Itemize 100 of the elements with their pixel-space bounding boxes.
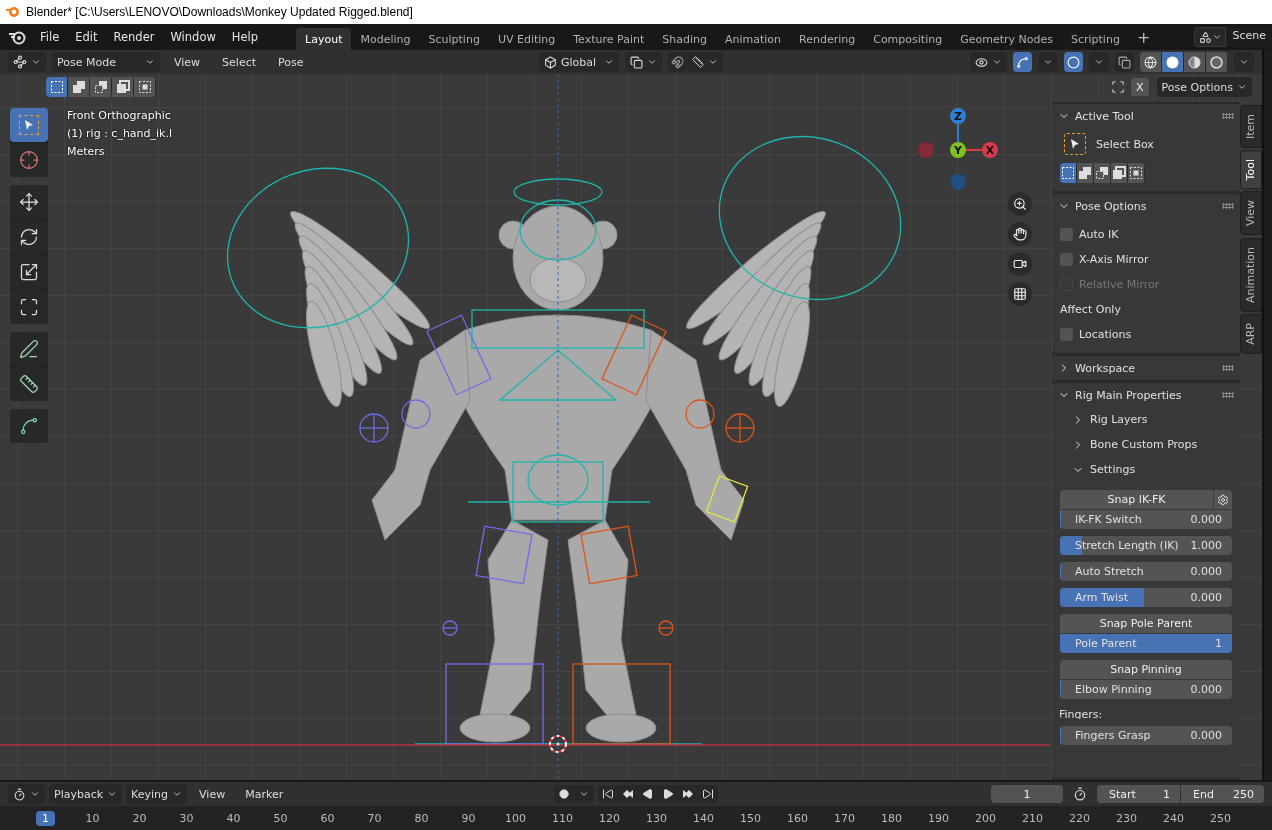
- xray-toggle[interactable]: [1115, 52, 1134, 72]
- select-mode-button[interactable]: [90, 77, 112, 97]
- tool-button[interactable]: [10, 255, 48, 289]
- orientation-dropdown[interactable]: Global: [539, 52, 619, 72]
- header-menu-item[interactable]: Select: [214, 55, 265, 69]
- subpanel-title[interactable]: Bone Custom Props: [1090, 438, 1198, 451]
- scene-selector-button[interactable]: [1194, 27, 1227, 47]
- zoom-button[interactable]: [1008, 192, 1032, 216]
- sidebar-tab[interactable]: Item: [1240, 105, 1262, 149]
- snap-toggle[interactable]: [668, 52, 687, 72]
- workspace-tab[interactable]: Layout: [296, 27, 352, 51]
- shading-mode-button[interactable]: [1140, 52, 1162, 72]
- select-mode-button[interactable]: [1111, 162, 1128, 183]
- workspace-tab[interactable]: Shading: [653, 27, 716, 51]
- checkbox[interactable]: [1060, 328, 1073, 341]
- drag-handle-icon[interactable]: [1222, 113, 1234, 119]
- panel-title[interactable]: Rig Main Properties: [1075, 388, 1182, 402]
- stopwatch-icon[interactable]: [1073, 787, 1087, 801]
- scene-field[interactable]: Scene: [1226, 27, 1272, 47]
- shading-mode-button[interactable]: [1206, 52, 1228, 72]
- select-mode-button[interactable]: [1060, 162, 1077, 183]
- select-mode-button[interactable]: [134, 77, 156, 97]
- workspace-tab[interactable]: Texture Paint: [564, 27, 654, 51]
- select-mode-button[interactable]: [1077, 162, 1094, 183]
- axis-handle[interactable]: [950, 174, 966, 190]
- editor-type-button[interactable]: [8, 784, 45, 804]
- panel-title[interactable]: Active Tool: [1075, 109, 1134, 123]
- menu-item[interactable]: Window: [162, 30, 224, 44]
- pose-options-dropdown[interactable]: Pose Options: [1156, 77, 1252, 97]
- property-slider[interactable]: Elbow Pinning 0.000: [1060, 680, 1232, 699]
- property-slider[interactable]: Arm Twist 0.000: [1060, 588, 1232, 607]
- pivot-dropdown[interactable]: [625, 52, 662, 72]
- start-frame-field[interactable]: Start 1: [1097, 785, 1180, 803]
- camera-button[interactable]: [1008, 252, 1032, 276]
- workspace-tab[interactable]: Sculpting: [419, 27, 489, 51]
- 3d-viewport[interactable]: [0, 50, 1262, 780]
- add-workspace-button[interactable]: +: [1128, 27, 1159, 47]
- snap-button[interactable]: Snap Pole Parent: [1060, 614, 1232, 633]
- shading-mode-button[interactable]: [1162, 52, 1184, 72]
- select-mode-button[interactable]: [1128, 162, 1145, 183]
- snap-button[interactable]: Snap IK-FK: [1060, 490, 1213, 509]
- tool-button[interactable]: [10, 185, 48, 219]
- panel-title[interactable]: Pose Options: [1075, 199, 1147, 213]
- property-slider[interactable]: Fingers Grasp 0.000: [1060, 726, 1232, 745]
- timeline-menu-dropdown[interactable]: Playback: [49, 784, 123, 804]
- axis-handle[interactable]: [918, 142, 934, 158]
- axis-handle[interactable]: Y: [950, 142, 966, 158]
- grid-button[interactable]: [1008, 282, 1032, 306]
- visibility-dropdown[interactable]: [970, 52, 1007, 72]
- sidebar-tab[interactable]: ARP: [1240, 313, 1262, 354]
- gizmo-toggle[interactable]: [1013, 52, 1032, 72]
- menu-item[interactable]: File: [32, 30, 68, 44]
- drag-handle-icon[interactable]: [1222, 203, 1234, 209]
- overlays-toggle[interactable]: [1064, 52, 1083, 72]
- workspace-tab[interactable]: Geometry Nodes: [951, 27, 1062, 51]
- timeline-menu-item[interactable]: Marker: [237, 787, 292, 801]
- sidebar-tab[interactable]: Animation: [1240, 237, 1262, 312]
- snap-button[interactable]: Snap Pinning: [1060, 660, 1232, 679]
- tool-button[interactable]: [10, 332, 48, 366]
- workspace-tab[interactable]: Compositing: [864, 27, 952, 51]
- menu-item[interactable]: Help: [223, 30, 267, 44]
- header-menu-item[interactable]: Pose: [270, 55, 312, 69]
- sidebar-tab[interactable]: Tool: [1240, 150, 1262, 190]
- mirror-axis-button[interactable]: X: [1131, 78, 1149, 96]
- tool-button[interactable]: [10, 220, 48, 254]
- header-menu-item[interactable]: View: [166, 55, 209, 69]
- checkbox[interactable]: [1060, 228, 1073, 241]
- select-mode-button[interactable]: [46, 77, 68, 97]
- select-mode-button[interactable]: [112, 77, 134, 97]
- editor-type-button[interactable]: [8, 52, 46, 72]
- select-mode-button[interactable]: [1094, 162, 1111, 183]
- frame-ruler[interactable]: 1 10 20 30 40 50 60 70 80 90 100 110 120 130 140 150 160 170 180 190 200 210 220 230 240 250: [0, 806, 1272, 830]
- pan-hand-button[interactable]: [1008, 222, 1032, 246]
- subpanel-title[interactable]: Settings: [1090, 463, 1136, 476]
- mode-dropdown[interactable]: Pose Mode: [52, 52, 160, 72]
- workspace-tab[interactable]: UV Editing: [488, 27, 565, 51]
- drag-handle-icon[interactable]: [1222, 392, 1234, 398]
- shading-mode-button[interactable]: [1184, 52, 1206, 72]
- panel-title[interactable]: Workspace: [1075, 361, 1136, 375]
- current-frame-field[interactable]: 1: [991, 785, 1063, 803]
- sidebar-tab[interactable]: View: [1240, 191, 1262, 236]
- tool-button[interactable]: [10, 290, 48, 324]
- drag-handle-icon[interactable]: [1222, 365, 1234, 371]
- workspace-tab[interactable]: Scripting: [1061, 27, 1129, 51]
- axis-handle[interactable]: X: [982, 142, 998, 158]
- property-slider[interactable]: IK-FK Switch 0.000: [1060, 510, 1232, 529]
- select-mode-button[interactable]: [68, 77, 90, 97]
- axis-handle[interactable]: Z: [950, 108, 966, 124]
- tool-button[interactable]: [10, 367, 48, 401]
- property-slider[interactable]: Auto Stretch 0.000: [1060, 562, 1232, 581]
- app-logo-icon[interactable]: [8, 29, 26, 45]
- timeline-menu-item[interactable]: View: [191, 787, 234, 801]
- tool-button[interactable]: [10, 409, 48, 443]
- property-slider[interactable]: Pole Parent 1: [1060, 634, 1232, 653]
- menu-item[interactable]: Edit: [67, 30, 106, 44]
- settings-button[interactable]: [1213, 490, 1232, 509]
- snap-target-dropdown[interactable]: [687, 52, 723, 72]
- workspace-tab[interactable]: Animation: [715, 27, 791, 51]
- timeline-menu-dropdown[interactable]: Keying: [126, 784, 188, 804]
- end-frame-field[interactable]: End 250: [1181, 785, 1264, 803]
